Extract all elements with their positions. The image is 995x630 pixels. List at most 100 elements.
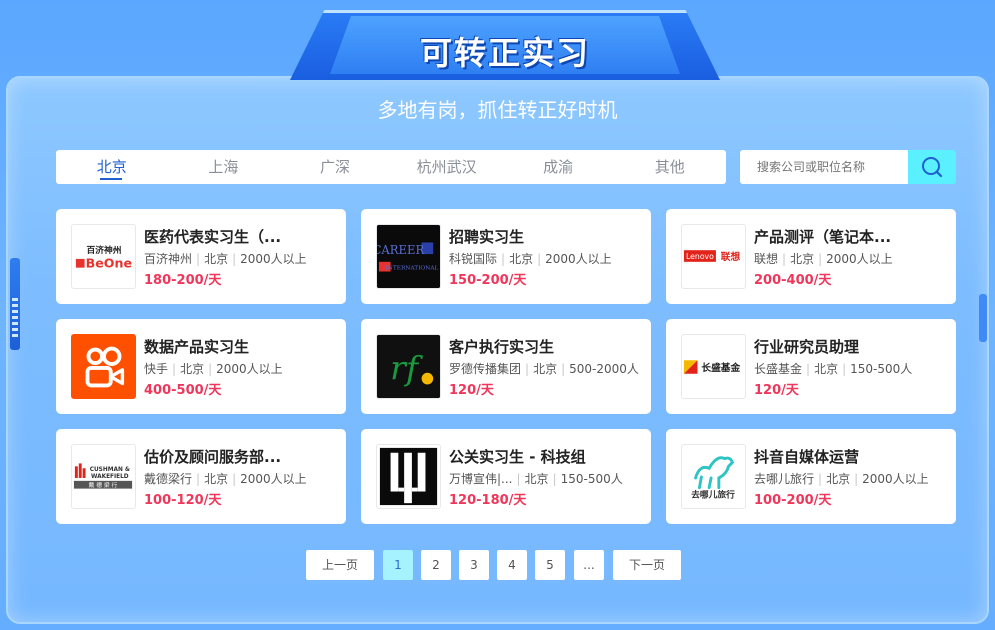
page-ellipsis[interactable]: ... [574,550,604,580]
job-salary: 150-200/天 [449,273,527,288]
company-size: 2000人以上 [240,252,307,266]
tab-chengyu[interactable]: 成渝 [502,150,614,184]
job-salary: 120/天 [754,383,799,398]
job-title: 公关实习生 - 科技组 [449,448,586,466]
company-logo-lenovo: Lenovo 联想 [681,224,746,289]
job-salary: 120-180/天 [449,493,527,508]
search-icon [922,157,943,178]
job-city: 北京 [814,362,839,376]
company-size: 2000人以上 [545,252,612,266]
job-salary: 400-500/天 [144,383,222,398]
company-logo-ruder-finn: rf [376,334,441,399]
logo-text-wakefield: WAKEFIELD [91,474,129,480]
job-city: 北京 [790,252,815,266]
company-name: 罗德传播集团 [449,362,522,376]
company-name: 快手 [144,362,169,376]
job-salary: 120/天 [449,383,494,398]
job-title: 产品测评（笔记本... [754,228,892,246]
company-name: 戴德梁行 [144,472,193,486]
job-meta: 快手 | 北京 | 2000人以上 [144,362,283,376]
job-city: 北京 [180,362,205,376]
job-card[interactable]: CUSHMAN & WAKEFIELD 戴 德 梁 行 估价及顾问服务部... … [56,429,346,524]
job-title: 抖音自媒体运营 [754,448,860,466]
panel-left-decoration [10,258,20,350]
job-meta: 百济神州 | 北京 | 2000人以上 [144,252,307,266]
job-meta: 去哪儿旅行 | 北京 | 2000人以上 [754,472,929,486]
company-logo-career-international: CAREER INTERNATIONAL [376,224,441,289]
company-size: 2000人以上 [216,362,283,376]
page-button-5[interactable]: 5 [535,550,565,580]
company-size: 150-500人 [850,362,913,376]
job-city: 北京 [533,362,558,376]
page-button-1[interactable]: 1 [383,550,413,580]
page-title: 可转正实习 [419,34,590,72]
job-meta: 万博宣伟|... | 北京 | 150-500人 [449,472,623,486]
logo-text-qunar: 去哪儿旅行 [691,488,735,500]
search-button[interactable] [908,150,956,184]
job-meta: 罗德传播集团 | 北京 | 500-2000人 [449,362,639,376]
job-title: 数据产品实习生 [144,338,250,356]
company-name: 去哪儿旅行 [754,472,815,486]
job-meta: 戴德梁行 | 北京 | 2000人以上 [144,472,307,486]
logo-text-career: CAREER [377,243,425,257]
job-card[interactable]: 去哪儿旅行 抖音自媒体运营 去哪儿旅行 | 北京 | 2000人以上 100-200/天 [666,429,956,524]
logo-text-beone-en: BeOne [86,256,132,271]
logo-text-beone-cn: 百济神州 [87,244,122,256]
job-city: 北京 [524,472,549,486]
logo-text-changsheng: 长盛基金 [701,361,740,374]
job-city: 北京 [826,472,851,486]
job-city: 北京 [509,252,534,266]
company-name: 百济神州 [144,252,193,266]
company-logo-cushman-wakefield: CUSHMAN & WAKEFIELD 戴 德 梁 行 [71,444,136,509]
company-name: 科锐国际 [449,252,498,266]
job-meta: 联想 | 北京 | 2000人以上 [754,252,893,266]
job-salary: 100-200/天 [754,493,832,508]
search-input[interactable] [740,150,908,184]
tab-shanghai[interactable]: 上海 [168,150,280,184]
logo-text-lianxiang: 联想 [721,250,741,263]
company-size: 2000人以上 [862,472,929,486]
job-city: 北京 [204,472,229,486]
company-logo-weber-shandwick [376,444,441,509]
page-subtitle: 多地有岗，抓住转正好时机 [377,98,618,122]
logo-text-daide: 戴 德 梁 行 [89,481,118,489]
company-name: 联想 [754,252,779,266]
company-size: 500-2000人 [569,362,639,376]
city-tabs: 北京 上海 广深 杭州武汉 成渝 其他 [56,150,726,184]
panel-right-decoration [979,294,987,342]
job-card[interactable]: 数据产品实习生 快手 | 北京 | 2000人以上 400-500/天 [56,319,346,414]
page-button-4[interactable]: 4 [497,550,527,580]
job-salary: 100-120/天 [144,493,222,508]
company-name: 长盛基金 [754,362,803,376]
job-card[interactable]: 百济神州 BeOne 医药代表实习生（... 百济神州 | 北京 | 2000人以上 1… [56,209,346,304]
job-city: 北京 [204,252,229,266]
page-button-2[interactable]: 2 [421,550,451,580]
tab-other[interactable]: 其他 [614,150,726,184]
job-title: 行业研究员助理 [754,338,860,356]
company-size: 2000人以上 [240,472,307,486]
title-banner: 可转正实习 [290,6,720,80]
tab-guangshen[interactable]: 广深 [279,150,391,184]
tab-hangzhou-wuhan[interactable]: 杭州武汉 [391,150,503,184]
job-card[interactable]: rf 客户执行实习生 罗德传播集团 | 北京 | 500-2000人 120/天 [361,319,651,414]
page-button-3[interactable]: 3 [459,550,489,580]
job-card[interactable]: 长盛基金 行业研究员助理 长盛基金 | 北京 | 150-500人 120/天 [666,319,956,414]
prev-page-button[interactable]: 上一页 [306,550,374,580]
company-size: 2000人以上 [826,252,893,266]
company-size: 150-500人 [560,472,623,486]
job-card[interactable]: CAREER INTERNATIONAL 招聘实习生 科锐国际 | 北京 | 2000人… [361,209,651,304]
job-card[interactable]: 公关实习生 - 科技组 万博宣伟|... | 北京 | 150-500人 120-180… [361,429,651,524]
company-name: 万博宣伟|... [449,472,513,486]
job-meta: 长盛基金 | 北京 | 150-500人 [754,362,913,376]
tab-beijing[interactable]: 北京 [56,150,168,184]
next-page-button[interactable]: 下一页 [613,550,681,580]
job-title: 估价及顾问服务部... [144,448,282,466]
job-card[interactable]: Lenovo 联想 产品测评（笔记本... 联想 | 北京 | 2000人以上 200-… [666,209,956,304]
logo-text-lenovo: Lenovo [686,252,714,261]
logo-text-international: INTERNATIONAL [385,266,438,272]
job-title: 客户执行实习生 [449,338,555,356]
company-logo-changsheng: 长盛基金 [681,334,746,399]
company-logo-qunar: 去哪儿旅行 [681,444,746,509]
logo-text-cushman: CUSHMAN & [90,467,130,473]
job-title: 招聘实习生 [449,228,525,246]
